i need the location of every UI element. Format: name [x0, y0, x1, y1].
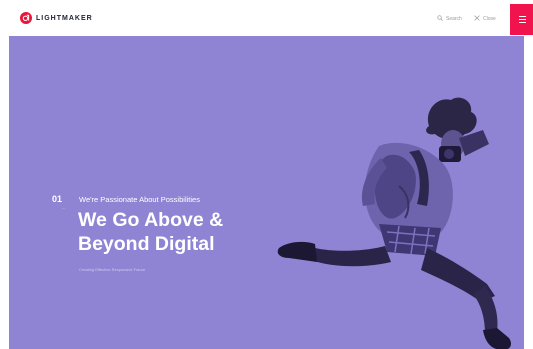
menu-button[interactable]: [510, 4, 533, 35]
hero-caption: Creating Effective Responsive Future: [79, 267, 146, 272]
site-header: LIGHTMAKER Search Close: [0, 0, 533, 36]
slide-index-divider: —: [62, 206, 65, 210]
hero-banner: 01 — We're Passionate About Possibilitie…: [9, 36, 524, 349]
site-logo[interactable]: LIGHTMAKER: [20, 12, 93, 24]
page: LIGHTMAKER Search Close 01 — We're Passi…: [0, 0, 533, 349]
hero-title: We Go Above & Beyond Digital: [78, 208, 223, 256]
search-icon: [437, 15, 443, 23]
slide-index: 01: [52, 194, 63, 204]
jumping-person-image: [277, 97, 511, 349]
hamburger-menu-icon: [518, 15, 526, 17]
hero-eyebrow: We're Passionate About Possibilities: [79, 195, 200, 204]
search-button[interactable]: Search: [437, 15, 462, 23]
lightmaker-logo-icon: [20, 12, 32, 24]
search-label: Search: [446, 16, 462, 22]
close-label: Close: [483, 16, 496, 22]
hero-title-line-1: We Go Above &: [78, 209, 224, 231]
logo-text: LIGHTMAKER: [36, 14, 93, 22]
close-button[interactable]: Close: [474, 15, 496, 23]
hero-title-line-2: Beyond Digital: [78, 233, 215, 255]
close-icon: [474, 15, 480, 23]
